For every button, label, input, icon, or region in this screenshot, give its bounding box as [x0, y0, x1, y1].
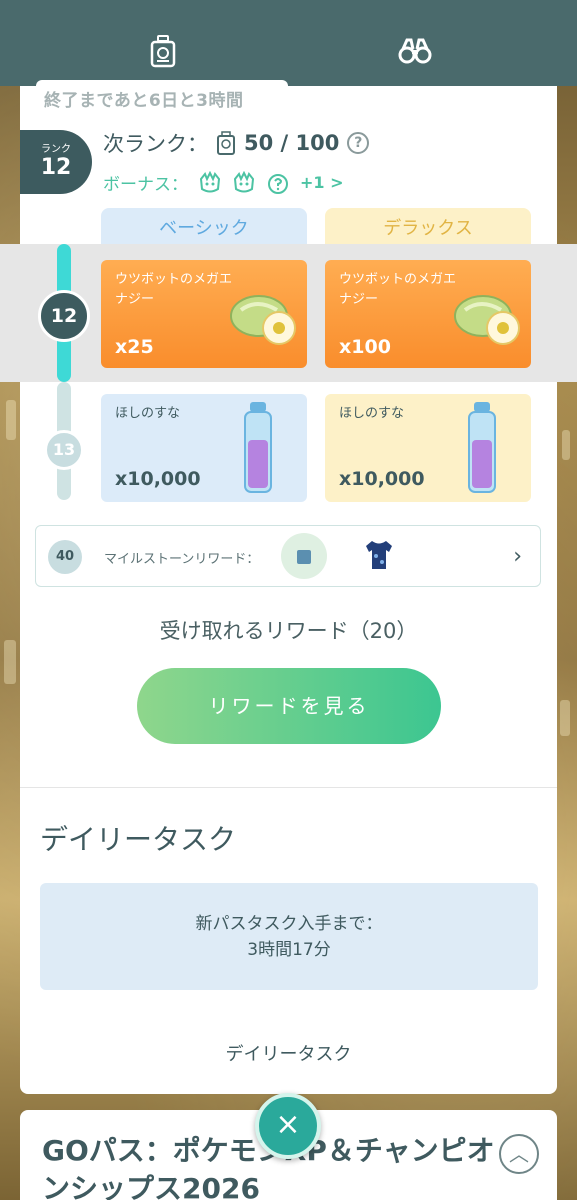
background-sparkle [562, 430, 570, 460]
daily-tasks-title: デイリータスク [40, 823, 237, 856]
milestone-rank: 40 [48, 540, 82, 574]
close-button[interactable]: × [255, 1093, 321, 1159]
daily-tasks-link[interactable]: デイリータスク [0, 1040, 577, 1066]
rank-label: ランク [41, 144, 71, 155]
bonus-monster-icon [233, 170, 255, 192]
rank-value: 12 [40, 155, 72, 180]
divider [20, 787, 557, 788]
rank-12-marker: 12 [38, 290, 90, 342]
reward-quantity: x25 [115, 336, 154, 358]
reward-quantity: x100 [339, 336, 391, 358]
next-rank-progress: 50 / 100 [244, 131, 340, 155]
tier-deluxe-header: デラックス [325, 208, 531, 244]
background-sparkle [560, 700, 570, 736]
reward-deluxe-rank12[interactable]: ウツボットのメガエナジー x100 [325, 260, 531, 368]
reward-basic-rank13[interactable]: ほしのすな x10,000 [101, 394, 307, 502]
bonus-mystery-icon [268, 173, 288, 194]
pass-badge-icon[interactable] [146, 34, 180, 68]
next-task-time: 3時間17分 [247, 940, 331, 960]
bonus-monster-icon [199, 170, 221, 192]
reward-name: ほしのすな [115, 406, 181, 421]
reward-name: ウツボットのメガエナジー [339, 272, 457, 307]
chevron-up-icon[interactable]: ︿ [499, 1134, 539, 1174]
next-task-box: 新パスタスク入手まで： 3時間17分 [40, 883, 538, 990]
milestone-reward-row[interactable]: 40 マイルストーンリワード： › [35, 525, 541, 587]
background-sparkle [4, 640, 16, 684]
next-rank-label: 次ランク： [103, 132, 208, 156]
time-remaining: 終了まであと6日と3時間 [36, 80, 288, 111]
milestone-label: マイルストーンリワード： [104, 552, 260, 567]
top-bar [0, 0, 577, 86]
reward-deluxe-rank13[interactable]: ほしのすな x10,000 [325, 394, 531, 502]
reward-name: ウツボットのメガエナジー [115, 272, 233, 307]
mega-energy-icon [454, 295, 520, 345]
tier-basic-header: ベーシック [101, 208, 307, 244]
background-sparkle [6, 400, 16, 440]
bonus-more-link[interactable]: +1 > [300, 173, 344, 192]
claimable-rewards-count: 受け取れるリワード（20） [159, 619, 418, 643]
reward-quantity: x10,000 [339, 468, 425, 490]
rank-badge: ランク 12 [20, 130, 92, 194]
mega-energy-icon [230, 295, 296, 345]
rank-13-marker: 13 [44, 430, 84, 470]
stardust-bottle-icon [468, 402, 496, 493]
next-rank-row: 次ランク： 50 / 100 ? [103, 128, 370, 158]
bonus-row: ボーナス： +1 > [103, 170, 344, 195]
avatar-item-icon [281, 533, 327, 579]
reward-name: ほしのすな [339, 406, 405, 421]
bonus-label: ボーナス： [103, 175, 188, 195]
pass-point-icon [217, 131, 235, 155]
view-rewards-button[interactable]: リワードを見る [137, 668, 441, 744]
help-icon[interactable]: ? [347, 132, 370, 154]
reward-quantity: x10,000 [115, 468, 201, 490]
next-task-label: 新パスタスク入手まで： [195, 914, 383, 934]
stardust-bottle-icon [244, 402, 272, 493]
binoculars-icon[interactable] [398, 34, 432, 68]
shirt-icon [366, 541, 392, 569]
chevron-right-icon[interactable]: › [513, 544, 522, 569]
reward-basic-rank12[interactable]: ウツボットのメガエナジー x25 [101, 260, 307, 368]
